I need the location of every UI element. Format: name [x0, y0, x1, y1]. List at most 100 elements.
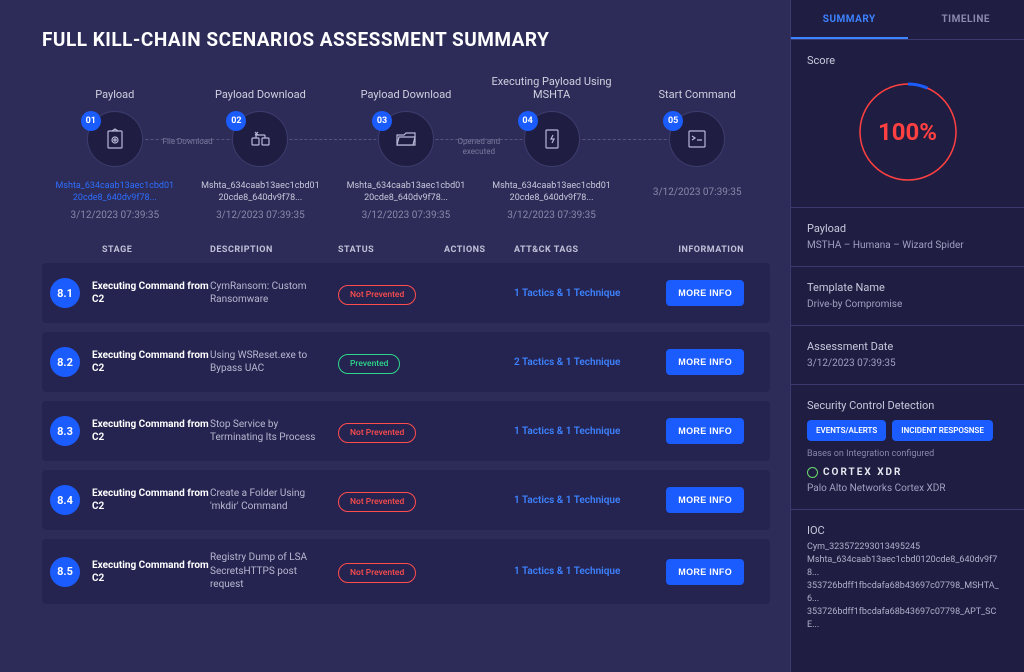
tags-cell[interactable]: 1 Tactics & 1 Technique: [514, 426, 654, 437]
stage-badge: 8.3: [50, 416, 80, 446]
th-desc: DESCRIPTION: [210, 245, 338, 255]
scd-section: Security Control Detection EVENTS/ALERTS…: [791, 385, 1024, 510]
more-info-button[interactable]: MORE INFO: [666, 559, 744, 585]
score-ring: 100%: [853, 77, 963, 187]
ioc-label: IOC: [807, 524, 1008, 537]
cortex-logo: CORTEX XDR: [807, 467, 1008, 478]
step-date: 3/12/2023 07:39:35: [362, 210, 451, 221]
stage-badge: 8.1: [50, 278, 80, 308]
step-file: Mshta_634caab13aec1cbd0120cde8_640dv9f78…: [200, 181, 320, 204]
ioc-section: IOC Cym_323572293013495245Mshta_634caab1…: [791, 510, 1024, 646]
stage-text: Executing Command from C2: [92, 349, 210, 375]
ioc-item: Mshta_634caab13aec1cbd0120cde8_640dv9f78…: [807, 554, 1008, 580]
step-label: Payload Download: [361, 75, 452, 101]
main-panel: FULL KILL-CHAIN SCENARIOS ASSESSMENT SUM…: [0, 0, 790, 672]
status-pill: Prevented: [338, 354, 400, 374]
status-pill: Not Prevented: [338, 563, 416, 583]
tab-summary[interactable]: SUMMARY: [791, 0, 908, 39]
th-stage: STAGE: [50, 245, 210, 255]
step-date: 3/12/2023 07:39:35: [507, 210, 596, 221]
right-sidebar: SUMMARY TIMELINE Score 100% Payload MSTH…: [790, 0, 1024, 672]
ioc-item: 353726bdff1fbcdafa68b43697c07798_APT_SCE…: [807, 606, 1008, 632]
th-status: STATUS: [338, 245, 444, 255]
status-pill: Not Prevented: [338, 423, 416, 443]
chip-incident[interactable]: INCIDENT RESPOSNSE: [892, 420, 993, 441]
step-label: Payload Download: [215, 75, 306, 101]
step-03[interactable]: Payload Download 03 Opened and executed …: [333, 75, 479, 221]
chip-events[interactable]: EVENTS/ALERTS: [807, 420, 886, 441]
template-label: Template Name: [807, 281, 1008, 294]
step-label: Payload: [95, 75, 134, 101]
ioc-list: Cym_323572293013495245Mshta_634caab13aec…: [807, 541, 1008, 632]
tab-timeline[interactable]: TIMELINE: [908, 0, 1024, 39]
status-pill: Not Prevented: [338, 492, 416, 512]
date-section: Assessment Date 3/12/2023 07:39:35: [791, 326, 1024, 385]
table-body: 8.1 Executing Command from C2 CymRansom:…: [42, 263, 770, 604]
step-file: Mshta_634caab13aec1cbd0120cde8_640dv9f78…: [55, 181, 175, 204]
stage-badge: 8.5: [50, 557, 80, 587]
stage-badge: 8.2: [50, 347, 80, 377]
template-value: Drive-by Compromise: [807, 298, 1008, 311]
desc-cell: Stop Service by Terminating Its Process: [210, 418, 338, 445]
payload-section: Payload MSTHA – Humana – Wizard Spider: [791, 208, 1024, 267]
kill-chain-steps: Payload 01 File Download Mshta_634caab13…: [42, 75, 770, 221]
step-number-badge: 04: [518, 111, 538, 131]
table-row: 8.5 Executing Command from C2 Registry D…: [42, 539, 770, 604]
stage-text: Executing Command from C2: [92, 559, 210, 585]
table-row: 8.3 Executing Command from C2 Stop Servi…: [42, 401, 770, 461]
desc-cell: Using WSReset.exe to Bypass UAC: [210, 349, 338, 376]
step-date: 3/12/2023 07:39:35: [216, 210, 305, 221]
step-date: 3/12/2023 07:39:35: [70, 210, 159, 221]
date-label: Assessment Date: [807, 340, 1008, 353]
more-info-button[interactable]: MORE INFO: [666, 418, 744, 444]
score-label: Score: [807, 54, 1008, 67]
tags-cell[interactable]: 1 Tactics & 1 Technique: [514, 566, 654, 577]
th-actions: ACTIONS: [444, 245, 514, 255]
desc-cell: Registry Dump of LSA SecretsHTTPS post r…: [210, 551, 338, 592]
right-tabs: SUMMARY TIMELINE: [791, 0, 1024, 40]
stage-badge: 8.4: [50, 485, 80, 515]
table-header: STAGE DESCRIPTION STATUS ACTIONS ATT&CK …: [42, 245, 770, 263]
step-label: Executing Payload Using MSHTA: [479, 75, 625, 101]
step-01[interactable]: Payload 01 File Download Mshta_634caab13…: [42, 75, 188, 221]
status-pill: Not Prevented: [338, 285, 416, 305]
step-file: Mshta_634caab13aec1cbd0120cde8_640dv9f78…: [346, 181, 466, 204]
table-row: 8.4 Executing Command from C2 Create a F…: [42, 470, 770, 530]
payload-value: MSTHA – Humana – Wizard Spider: [807, 239, 1008, 252]
more-info-button[interactable]: MORE INFO: [666, 349, 744, 375]
tags-cell[interactable]: 1 Tactics & 1 Technique: [514, 495, 654, 506]
tags-cell[interactable]: 2 Tactics & 1 Technique: [514, 357, 654, 368]
template-section: Template Name Drive-by Compromise: [791, 267, 1024, 326]
step-02[interactable]: Payload Download 02 Mshta_634caab13aec1c…: [188, 75, 334, 221]
stage-text: Executing Command from C2: [92, 280, 210, 306]
step-04[interactable]: Executing Payload Using MSHTA 04 Mshta_6…: [479, 75, 625, 221]
tags-cell[interactable]: 1 Tactics & 1 Technique: [514, 288, 654, 299]
score-value: 100%: [853, 77, 963, 187]
score-section: Score 100%: [791, 40, 1024, 208]
more-info-button[interactable]: MORE INFO: [666, 487, 744, 513]
th-tags: ATT&CK TAGS: [514, 245, 654, 255]
scd-note: Bases on Integration configured: [807, 449, 1008, 459]
cortex-text: CORTEX XDR: [823, 467, 902, 478]
cortex-sub: Palo Alto Networks Cortex XDR: [807, 482, 1008, 495]
ioc-item: Cym_323572293013495245: [807, 541, 1008, 554]
step-05[interactable]: Start Command 05 3/12/2023 07:39:35: [624, 75, 770, 221]
step-number-badge: 03: [372, 111, 392, 131]
ioc-item: 353726bdff1fbcdafa68b43697c07798_MSHTA_6…: [807, 580, 1008, 606]
table-row: 8.1 Executing Command from C2 CymRansom:…: [42, 263, 770, 323]
cortex-icon: [807, 467, 818, 478]
th-info: INFORMATION: [654, 245, 744, 255]
payload-label: Payload: [807, 222, 1008, 235]
stage-text: Executing Command from C2: [92, 418, 210, 444]
step-number-badge: 01: [81, 111, 101, 131]
step-label: Start Command: [658, 75, 735, 101]
stage-text: Executing Command from C2: [92, 487, 210, 513]
step-file: Mshta_634caab13aec1cbd0120cde8_640dv9f78…: [492, 181, 612, 204]
desc-cell: Create a Folder Using 'mkdir' Command: [210, 487, 338, 514]
step-date: 3/12/2023 07:39:35: [653, 187, 742, 198]
scd-label: Security Control Detection: [807, 399, 1008, 412]
page-title: FULL KILL-CHAIN SCENARIOS ASSESSMENT SUM…: [42, 28, 770, 51]
date-value: 3/12/2023 07:39:35: [807, 357, 1008, 370]
more-info-button[interactable]: MORE INFO: [666, 280, 744, 306]
desc-cell: CymRansom: Custom Ransomware: [210, 280, 338, 307]
